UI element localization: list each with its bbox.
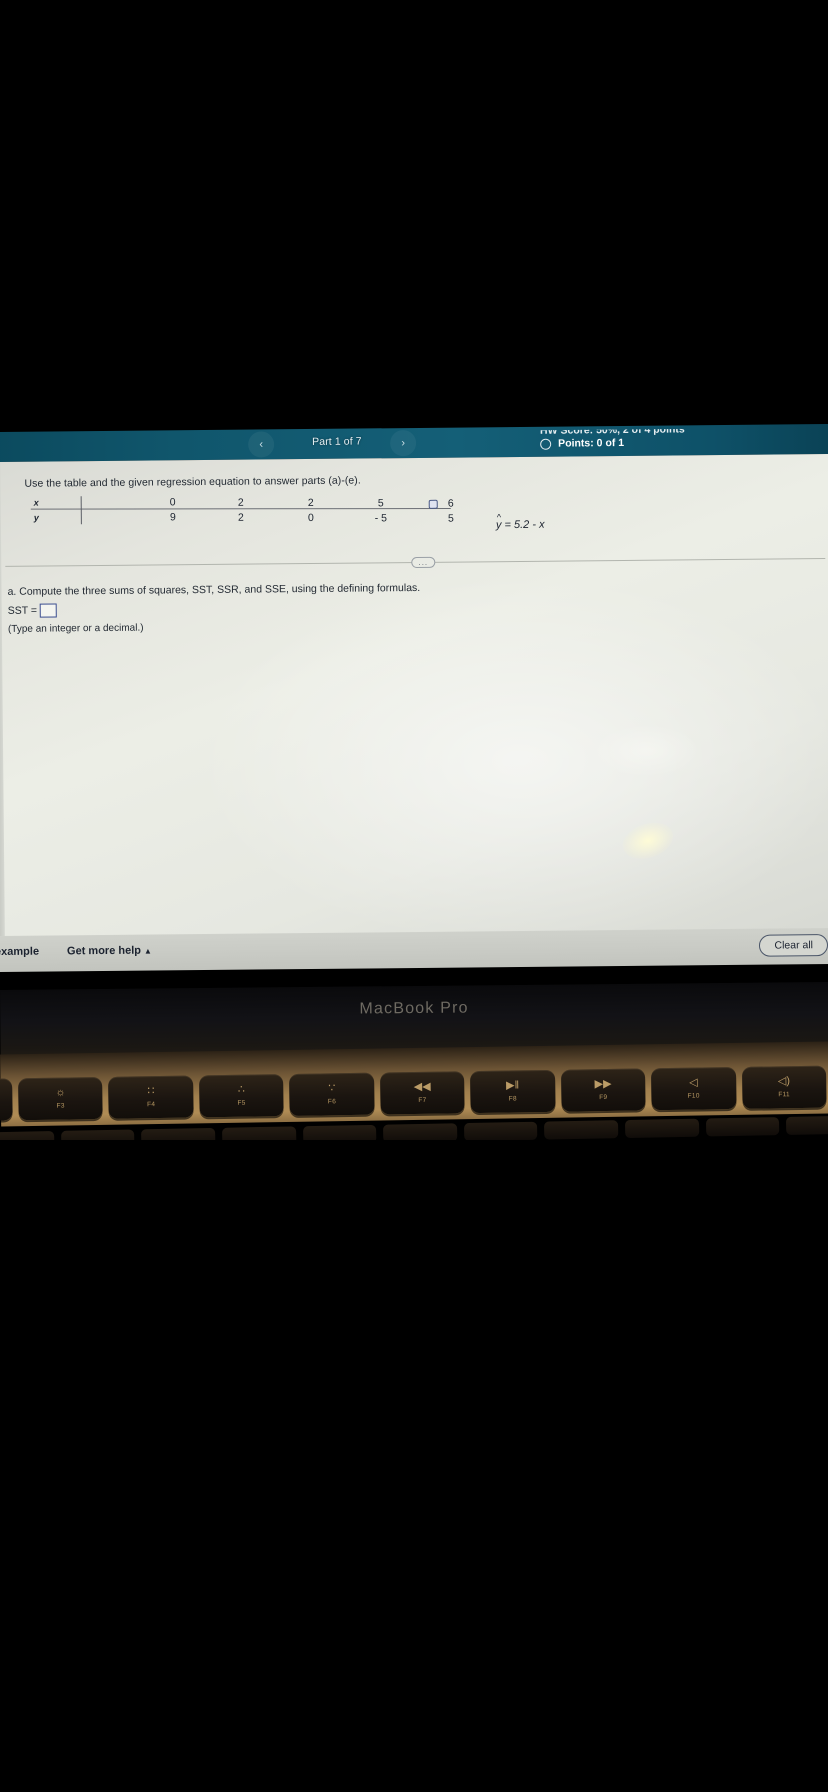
regression-equation-text: y = 5.2 - x (496, 519, 545, 531)
key-f3-label: F3 (56, 1102, 65, 1110)
key-f6[interactable]: ∵ F6 (289, 1072, 375, 1116)
get-more-help-label: Get more help (66, 944, 142, 958)
sst-answer-row: SST = (7, 603, 58, 618)
key-f5-label: F5 (237, 1099, 246, 1107)
mission-control-icon: ☼ (55, 1086, 66, 1099)
question-prompt: Use the table and the given regression e… (24, 474, 361, 490)
bottom-toolbar: example Get more help ▲ Clear all (0, 927, 828, 973)
fast-forward-icon: ▶▶ (594, 1077, 612, 1091)
laptop-screen: ‹ Part 1 of 7 › HW Score: 50%, 2 of 4 po… (0, 423, 828, 992)
answer-format-hint: (Type an integer or a decimal.) (7, 622, 144, 635)
sst-label: SST = (7, 604, 38, 617)
clear-all-button[interactable]: Clear all (759, 934, 828, 957)
rewind-icon: ◀◀ (413, 1080, 431, 1094)
table-cell-x-1: 2 (237, 496, 244, 509)
key-f11-label: F11 (778, 1091, 790, 1099)
table-cell-y-1: 2 (237, 511, 244, 524)
table-cell-x-4: 6 (447, 497, 454, 510)
play-pause-icon: ▶‖ (506, 1079, 520, 1092)
screen-glare-spot (617, 816, 679, 866)
question-page: Use the table and the given regression e… (0, 453, 828, 953)
key-f4-label: F4 (146, 1101, 156, 1109)
screen-glare-large (590, 723, 702, 779)
caret-up-icon: ▲ (143, 946, 152, 956)
key-f7[interactable]: ◀◀ F7 (379, 1071, 465, 1115)
points-row: Points: 0 of 1 (540, 437, 624, 450)
key-f5[interactable]: ∴ F5 (198, 1074, 284, 1118)
table-cell-y-2: 0 (307, 511, 314, 525)
key-row2-10[interactable] (705, 1117, 780, 1137)
next-part-button[interactable]: › (390, 429, 417, 457)
table-cell-x-3: 5 (377, 497, 384, 510)
mute-icon: ◁ (689, 1076, 698, 1089)
key-f9[interactable]: ▶▶ F9 (560, 1068, 646, 1112)
points-text: Points: 0 of 1 (558, 436, 625, 450)
part-a-instruction: a. Compute the three sums of squares, SS… (7, 581, 421, 598)
letterbox-bottom (0, 1140, 828, 1792)
key-f8[interactable]: ▶‖ F8 (470, 1069, 556, 1114)
key-f10[interactable]: ◁ F10 (651, 1066, 737, 1111)
table-cell-y-0: 9 (169, 511, 176, 524)
hw-score-text: HW Score: 50%, 2 of 4 points (539, 423, 685, 437)
launchpad-icon: ∷ (147, 1085, 155, 1098)
key-f2-partial[interactable] (0, 1078, 13, 1121)
table-cell-x-2: 2 (307, 496, 314, 510)
table-vertical-rule (80, 496, 83, 525)
table-cell-y-4: 5 (447, 512, 454, 525)
key-f6-label: F6 (327, 1098, 337, 1106)
key-row2-7[interactable] (463, 1121, 538, 1142)
key-f4[interactable]: ∷ F4 (108, 1075, 194, 1119)
key-row2-9[interactable] (625, 1118, 700, 1139)
table-cell-y-3: - 5 (374, 512, 388, 525)
expand-ellipsis-button[interactable]: ... (411, 556, 436, 569)
view-an-example-button[interactable]: example (0, 946, 39, 958)
part-indicator: Part 1 of 7 (312, 435, 362, 448)
key-f9-label: F9 (599, 1093, 608, 1102)
get-more-help-button[interactable]: Get more help ▲ (67, 945, 152, 958)
circle-outline-icon (540, 438, 552, 450)
volume-down-icon: ◁) (777, 1075, 791, 1088)
sst-answer-input[interactable] (39, 603, 58, 618)
letterbox-top (0, 0, 828, 428)
table-row-label-x: x (33, 497, 39, 508)
photo-of-laptop-screen: ‹ Part 1 of 7 › HW Score: 50%, 2 of 4 po… (0, 0, 828, 1792)
table-row-label-y: y (33, 512, 39, 523)
copy-icon[interactable] (428, 499, 438, 509)
table-cell-x-0: 0 (169, 496, 176, 509)
key-f10-label: F10 (687, 1092, 700, 1100)
key-f11[interactable]: ◁) F11 (741, 1065, 827, 1109)
data-table: x y 0 2 2 5 6 9 2 0 - 5 5 (30, 492, 454, 536)
key-row2-11[interactable] (786, 1115, 828, 1135)
previous-part-button[interactable]: ‹ (248, 431, 275, 458)
keyboard-backlight-up-icon: ∵ (328, 1082, 336, 1095)
key-f3[interactable]: ☼ F3 (18, 1076, 104, 1121)
key-f8-label: F8 (508, 1095, 517, 1103)
key-row2-8[interactable] (544, 1120, 619, 1140)
key-f7-label: F7 (418, 1096, 427, 1104)
keyboard-backlight-down-icon: ∴ (237, 1083, 245, 1096)
regression-equation: y = 5.2 - x (496, 519, 545, 531)
